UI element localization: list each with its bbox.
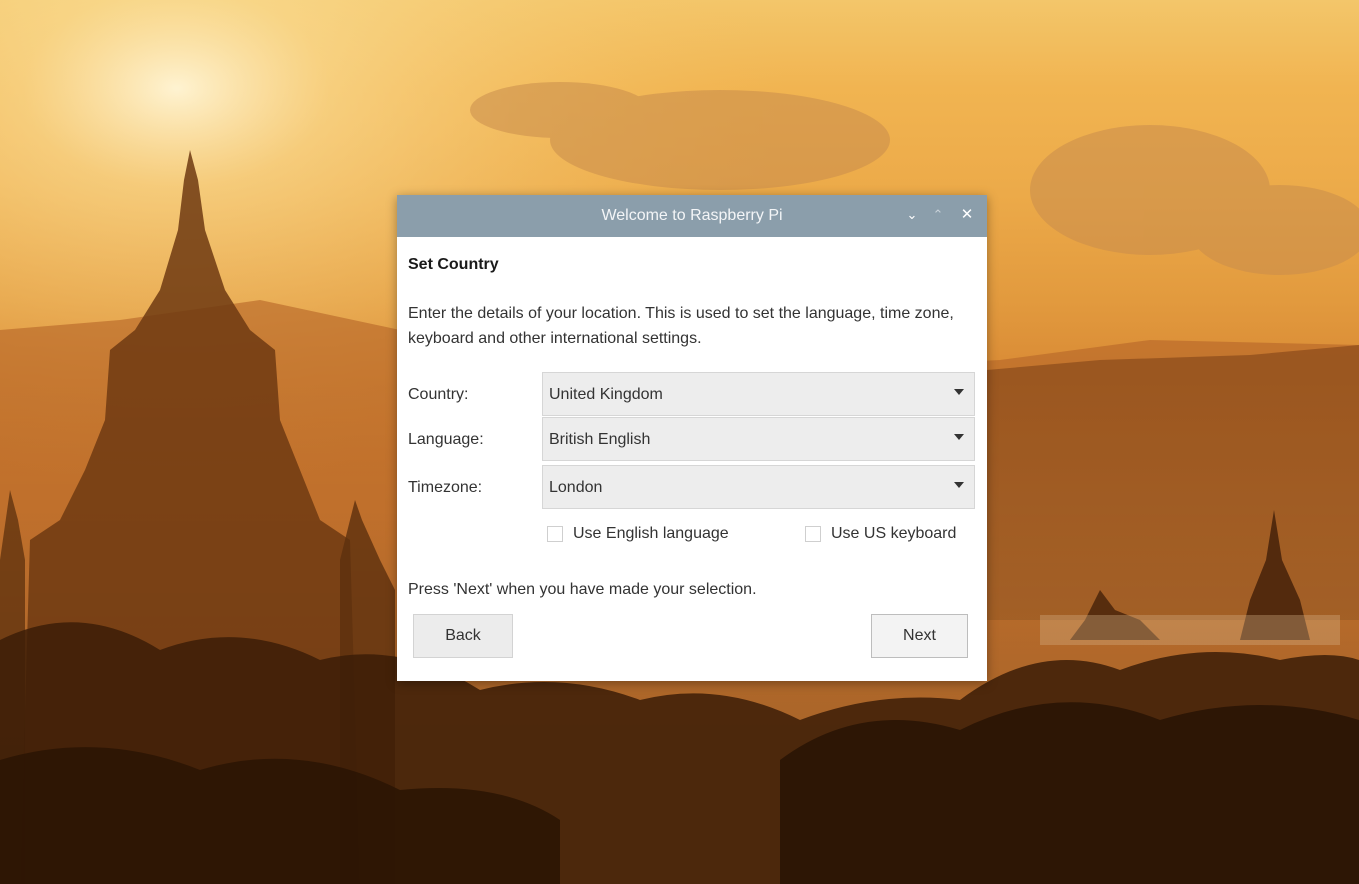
country-label: Country:	[408, 386, 469, 403]
language-dropdown[interactable]: British English	[542, 417, 975, 461]
chevron-up-icon[interactable]: ⌃	[930, 207, 946, 223]
desktop: Welcome to Raspberry Pi ⌄ ⌃ ✕ Set Countr…	[0, 0, 1359, 884]
dialog-titlebar[interactable]: Welcome to Raspberry Pi ⌄ ⌃ ✕	[397, 195, 987, 237]
dropdown-arrow-icon	[954, 389, 964, 395]
dropdown-arrow-icon	[954, 482, 964, 488]
language-label: Language:	[408, 431, 484, 448]
country-value: United Kingdom	[549, 386, 663, 403]
close-icon[interactable]: ✕	[959, 207, 975, 223]
language-value: British English	[549, 431, 651, 448]
use-english-checkbox[interactable]: Use English language	[547, 525, 767, 545]
page-heading: Set Country	[408, 256, 499, 273]
back-button[interactable]: Back	[413, 614, 513, 658]
page-description: Enter the details of your location. This…	[408, 305, 954, 347]
checkbox-box[interactable]	[547, 526, 563, 542]
chevron-down-icon[interactable]: ⌄	[904, 207, 920, 223]
use-english-label: Use English language	[573, 525, 729, 542]
use-us-keyboard-label: Use US keyboard	[831, 525, 957, 542]
selection-hint: Press 'Next' when you have made your sel…	[408, 581, 757, 598]
welcome-dialog: Welcome to Raspberry Pi ⌄ ⌃ ✕ Set Countr…	[397, 195, 987, 681]
dropdown-arrow-icon	[954, 434, 964, 440]
checkbox-box[interactable]	[805, 526, 821, 542]
timezone-label: Timezone:	[408, 479, 483, 496]
dialog-title: Welcome to Raspberry Pi	[601, 207, 783, 224]
use-us-keyboard-checkbox[interactable]: Use US keyboard	[805, 525, 985, 545]
country-dropdown[interactable]: United Kingdom	[542, 372, 975, 416]
timezone-value: London	[549, 479, 603, 496]
timezone-dropdown[interactable]: London	[542, 465, 975, 509]
next-button[interactable]: Next	[871, 614, 968, 658]
